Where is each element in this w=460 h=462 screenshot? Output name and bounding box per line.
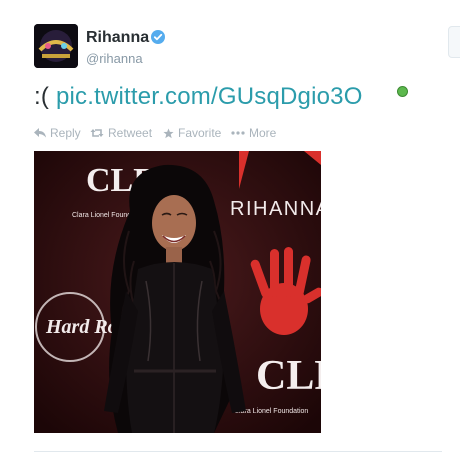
- tweet-media-link[interactable]: pic.twitter.com/GUsqDgio3O: [56, 83, 363, 110]
- avatar[interactable]: [34, 24, 78, 68]
- more-label: More: [249, 126, 277, 140]
- photo-scene: CLF Clara Lionel Foundation RIHANNA Hard…: [34, 151, 321, 433]
- reply-arrow-icon: [34, 128, 46, 138]
- favorite-label: Favorite: [178, 126, 222, 140]
- divider: [34, 451, 442, 452]
- display-name[interactable]: Rihanna: [86, 29, 149, 47]
- more-action[interactable]: More: [231, 126, 276, 140]
- media-attachment-icon[interactable]: [397, 86, 408, 97]
- reply-label: Reply: [50, 126, 81, 140]
- retweet-icon: [90, 128, 104, 138]
- verified-badge-icon: [151, 30, 165, 44]
- reply-action[interactable]: Reply: [34, 126, 81, 140]
- ellipsis-icon: [231, 131, 245, 135]
- tweet-photo[interactable]: CLF Clara Lionel Foundation RIHANNA Hard…: [34, 151, 321, 433]
- tweet-text-prefix: :(: [34, 83, 50, 110]
- tweet-text: :( pic.twitter.com/GUsqDgio3O: [34, 83, 363, 111]
- user-handle[interactable]: @rihanna: [86, 51, 143, 66]
- favorite-action[interactable]: Favorite: [163, 126, 221, 140]
- follow-button[interactable]: [448, 26, 460, 58]
- star-icon: [163, 127, 174, 139]
- backdrop-logo-bottom: CLF: [256, 353, 321, 399]
- retweet-label: Retweet: [108, 126, 153, 140]
- backdrop-name: RIHANNA: [230, 198, 321, 220]
- retweet-action[interactable]: Retweet: [90, 126, 152, 140]
- tweet-card: Rihanna @rihanna :( pic.twitter.com/GUsq…: [0, 0, 460, 462]
